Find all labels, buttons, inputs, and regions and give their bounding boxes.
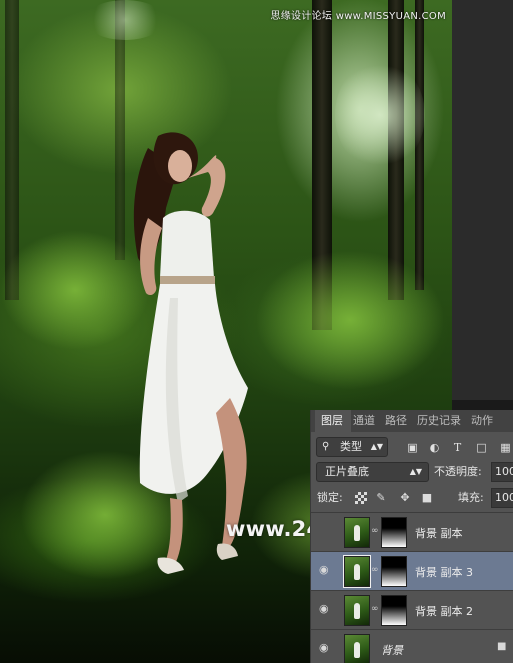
lock-position-icon[interactable]: ✥ — [399, 492, 411, 504]
layer-mask-thumbnail[interactable] — [381, 556, 407, 587]
lock-transparent-pixels-icon[interactable] — [355, 492, 367, 504]
layer-thumbnail — [344, 634, 370, 663]
filter-row: ⚲ 类型 ▲▼ ▣ ◐ T □ ▦ — [311, 432, 513, 462]
lock-row: 锁定: ✎ ✥ ■ 填充: 100% — [311, 488, 513, 513]
tab-paths[interactable]: 路径 — [385, 410, 413, 432]
workspace-background — [452, 0, 513, 400]
layers-list: ∞ 背景 副本 ◉ ∞ 背景 副本 3 ◉ ∞ 背景 副本 2 ◉ 背景 ■ — [311, 513, 513, 663]
layer-name: 背景 副本 3 — [415, 566, 473, 579]
layer-name: 背景 — [381, 644, 403, 657]
layers-panel: 图层 通道 路径 历史记录 动作 ⚲ 类型 ▲▼ ▣ ◐ T □ ▦ 正片叠底 … — [310, 410, 513, 663]
smart-object-filter-icon[interactable]: ▦ — [499, 441, 512, 454]
visibility-empty-slot[interactable] — [319, 526, 333, 536]
layer-name: 背景 副本 — [415, 527, 463, 540]
layer-mask-thumbnail[interactable] — [381, 517, 407, 548]
shape-filter-icon[interactable]: □ — [475, 441, 488, 454]
sky-highlight — [85, 0, 165, 40]
filter-type-label: 类型 — [340, 440, 362, 453]
layer-filter-select[interactable]: ⚲ 类型 ▲▼ — [316, 437, 388, 457]
layer-thumbnail — [343, 555, 371, 588]
type-filter-icon[interactable]: T — [451, 441, 464, 454]
layer-thumbnail — [344, 517, 370, 548]
layer-row[interactable]: ◉ 背景 ■ — [311, 630, 513, 663]
tab-actions[interactable]: 动作 — [471, 410, 501, 432]
search-icon: ⚲ — [322, 441, 330, 452]
eye-icon[interactable]: ◉ — [319, 564, 333, 575]
blend-mode-select[interactable]: 正片叠底 ▲▼ — [316, 462, 429, 482]
opacity-label: 不透明度: — [434, 465, 482, 478]
layer-row[interactable]: ◉ ∞ 背景 副本 2 — [311, 591, 513, 630]
layer-mask-thumbnail[interactable] — [381, 595, 407, 626]
link-icon[interactable]: ∞ — [371, 604, 379, 614]
link-icon[interactable]: ∞ — [371, 565, 379, 575]
chevron-updown-icon: ▲▼ — [409, 467, 422, 476]
lock-icon: ■ — [497, 641, 507, 652]
photoshop-workspace: 思缘设计论坛 www.MISSYUAN.COM www.240ps.com 图层… — [0, 0, 513, 663]
eye-icon[interactable]: ◉ — [319, 603, 333, 614]
image-filter-icon[interactable]: ▣ — [406, 441, 419, 454]
layer-row[interactable]: ◉ ∞ 背景 副本 3 — [311, 552, 513, 591]
layer-name: 背景 副本 2 — [415, 605, 473, 618]
adjustment-filter-icon[interactable]: ◐ — [428, 441, 441, 454]
lock-image-pixels-icon[interactable]: ✎ — [375, 492, 387, 504]
link-icon[interactable]: ∞ — [371, 526, 379, 536]
blend-mode-value: 正片叠底 — [325, 465, 369, 478]
fill-label: 填充: — [458, 491, 484, 504]
foliage — [255, 250, 445, 390]
watermark-top: 思缘设计论坛 www.MISSYUAN.COM — [270, 11, 446, 22]
tab-layers[interactable]: 图层 — [315, 410, 351, 432]
layer-thumbnail — [344, 595, 370, 626]
lock-all-icon[interactable]: ■ — [421, 492, 433, 504]
chevron-updown-icon: ▲▼ — [370, 442, 383, 451]
fill-input[interactable]: 100% — [491, 488, 513, 508]
opacity-input[interactable]: 100% — [491, 462, 513, 482]
tab-history[interactable]: 历史记录 — [417, 410, 469, 432]
panel-tabs: 图层 通道 路径 历史记录 动作 — [311, 410, 513, 432]
tab-channels[interactable]: 通道 — [353, 410, 381, 432]
sky-highlight — [335, 60, 425, 170]
lock-label: 锁定: — [317, 491, 343, 504]
layer-row[interactable]: ∞ 背景 副本 — [311, 513, 513, 552]
eye-icon[interactable]: ◉ — [319, 642, 333, 653]
blend-row: 正片叠底 ▲▼ 不透明度: 100% — [311, 462, 513, 486]
